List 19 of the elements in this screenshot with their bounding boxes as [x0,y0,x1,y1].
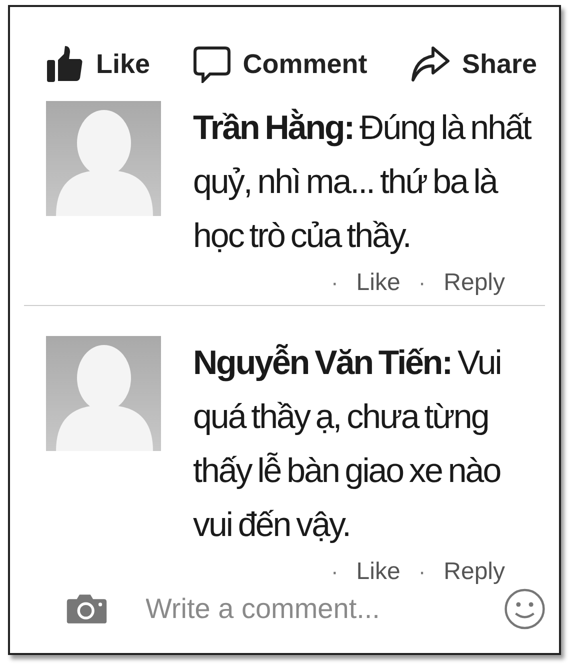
comment-button[interactable]: Comment [192,45,368,83]
comment-input[interactable]: Write a comment... [146,593,466,625]
like-link[interactable]: Like [356,558,400,586]
comment-text: Nguyễn Văn Tiến: Vui quá thầy ạ, chưa từng thấy lễ bàn giao xe nào vui đến vậy. [193,343,502,546]
share-arrow-icon [410,45,450,83]
smiley-icon[interactable] [504,586,545,632]
separator-dot: · [418,270,426,296]
speech-bubble-icon [192,45,231,83]
separator-dot: · [330,559,338,585]
separator-dot: · [418,559,426,585]
comment-text: Trần Hằng: Đúng là nhất quỷ, nhì ma... thứ ba là học trò của thầy. [193,108,532,257]
separator-dot: · [330,270,338,296]
share-button[interactable]: Share [410,45,537,83]
thumbs-up-icon [46,45,84,83]
like-button[interactable]: Like [46,45,150,83]
reply-link[interactable]: Reply [444,269,505,297]
reply-link[interactable]: Reply [444,558,505,586]
like-link[interactable]: Like [356,269,400,297]
camera-icon[interactable] [66,592,108,626]
